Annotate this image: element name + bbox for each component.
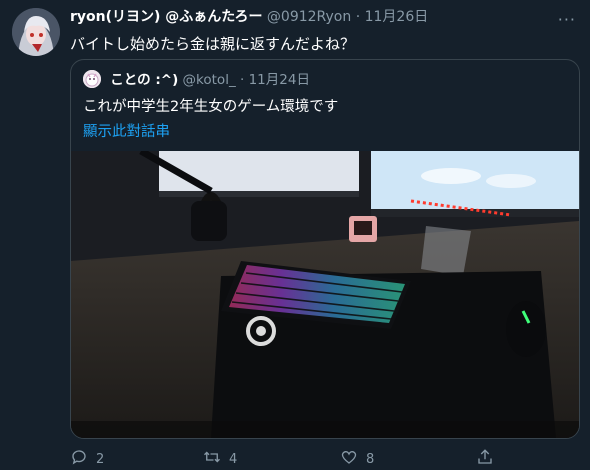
desk-setup-rgb-keyboard-photo[interactable] (71, 147, 579, 438)
avatar[interactable] (12, 8, 60, 56)
quoted-handle: @kotol_ (182, 72, 236, 88)
like-button[interactable]: 8 (340, 448, 374, 470)
tweet-date[interactable]: 11月26日 (365, 9, 429, 25)
more-horizontal-icon[interactable]: ··· (558, 10, 576, 29)
tweet-actions: 2 4 8 (70, 448, 510, 468)
separator: · (355, 9, 361, 25)
share-button[interactable] (476, 448, 494, 470)
retweet-button[interactable]: 4 (203, 448, 237, 470)
share-icon (476, 448, 494, 470)
display-name[interactable]: ryon(リヨン) @ふぁんたろー (70, 9, 262, 25)
tweet-header: ryon(リヨン) @ふぁんたろー @0912Ryon · 11月26日 (70, 8, 428, 26)
user-handle[interactable]: @0912Ryon (267, 9, 351, 25)
quoted-text: これが中学生2年生女のゲーム環境です (83, 99, 339, 115)
quoted-separator: · (240, 72, 245, 88)
quoted-date: 11月24日 (248, 72, 310, 88)
show-thread-link[interactable]: 顯示此對話串 (83, 120, 170, 141)
heart-icon (340, 448, 358, 470)
reply-icon (70, 448, 88, 470)
retweet-count: 4 (229, 451, 238, 467)
reply-button[interactable]: 2 (70, 448, 104, 470)
quoted-header: ことの :^) @kotol_ · 11月24日 (83, 70, 310, 89)
like-count: 8 (366, 451, 375, 467)
quoted-avatar (83, 70, 101, 88)
quoted-display-name: ことの :^) (110, 72, 179, 88)
retweet-icon (203, 448, 221, 470)
reply-count: 2 (96, 451, 105, 467)
quoted-tweet[interactable]: ことの :^) @kotol_ · 11月24日 これが中学生2年生女のゲーム環… (70, 59, 580, 439)
tweet-text: バイトし始めたら金は親に返すんだよね？ (70, 35, 356, 53)
